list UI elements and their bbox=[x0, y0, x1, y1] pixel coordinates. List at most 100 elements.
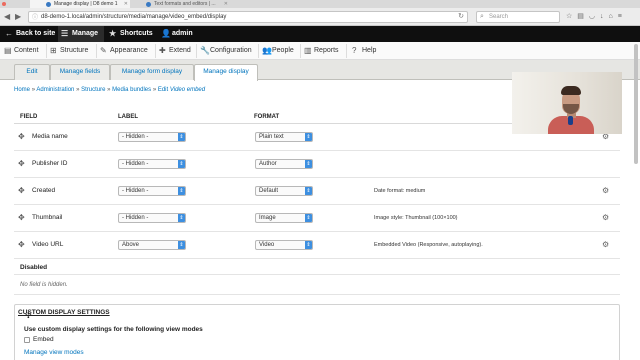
shortcuts-label: Shortcuts bbox=[120, 30, 153, 37]
address-bar-row: ◀ ▶ ⓘ d8-demo-1.local/admin/structure/me… bbox=[0, 8, 640, 26]
select-arrows-icon: ⇕ bbox=[305, 160, 312, 168]
tray-item-content[interactable]: ▤ Content bbox=[2, 42, 39, 60]
download-icon[interactable]: ↓ bbox=[600, 13, 609, 20]
divider bbox=[96, 44, 97, 58]
info-icon: ⓘ bbox=[32, 15, 39, 21]
presenter-webcam bbox=[512, 72, 622, 134]
reading-list-icon[interactable]: ▤ bbox=[577, 13, 589, 20]
document-icon: ▤ bbox=[4, 46, 12, 55]
select-arrows-icon: ⇕ bbox=[305, 214, 312, 222]
table-row: ✥ Thumbnail - Hidden - ⇕ Image ⇕ Image sty… bbox=[14, 205, 620, 232]
browser-tab-title: Text formats and editors | ... bbox=[154, 1, 216, 7]
browser-toolbar-icons: ☆▤◡↓⌂≡ bbox=[566, 12, 627, 20]
label-select[interactable]: - Hidden - ⇕ bbox=[118, 213, 186, 223]
mouse-cursor-icon: ✣ bbox=[25, 311, 32, 320]
search-input[interactable]: ⌕ Search bbox=[476, 11, 560, 23]
browser-tab-active[interactable]: Manage display | D8 demo 1 ✕ bbox=[30, 0, 130, 8]
format-select[interactable]: Video ⇕ bbox=[255, 240, 313, 250]
label-select-value: - Hidden - bbox=[122, 134, 149, 140]
drag-handle-icon[interactable]: ✥ bbox=[18, 187, 25, 195]
field-display-table: FIELD LABEL FORMAT ✥ Media name - Hidden… bbox=[14, 110, 620, 295]
format-select[interactable]: Image ⇕ bbox=[255, 213, 313, 223]
embed-checkbox[interactable] bbox=[24, 337, 30, 343]
presenter-hair bbox=[561, 86, 581, 95]
header-field: FIELD bbox=[20, 114, 38, 120]
back-to-site-link[interactable]: ← Back to site bbox=[2, 26, 55, 42]
table-row: ✥ Created - Hidden - ⇕ Default ⇕ Date form… bbox=[14, 178, 620, 205]
user-toolbar-item[interactable]: 👤 admin bbox=[158, 26, 193, 42]
paintbrush-icon: ✎ bbox=[100, 46, 107, 55]
breadcrumb-current-name: Video embed bbox=[169, 87, 206, 93]
tray-item-configuration[interactable]: 🔧 Configuration bbox=[198, 42, 252, 60]
close-tab-icon[interactable]: ✕ bbox=[124, 0, 128, 8]
drag-handle-icon[interactable]: ✥ bbox=[18, 241, 25, 249]
close-window-dot[interactable] bbox=[2, 2, 6, 6]
drag-handle-icon[interactable]: ✥ bbox=[18, 214, 25, 222]
people-icon: 👥 bbox=[262, 46, 272, 55]
drag-handle-icon[interactable]: ✥ bbox=[18, 160, 25, 168]
label-select[interactable]: - Hidden - ⇕ bbox=[118, 159, 186, 169]
format-summary: Image style: Thumbnail (100×100) bbox=[374, 215, 458, 221]
divider bbox=[155, 44, 156, 58]
table-row: ✥ Publisher ID - Hidden - ⇕ Author ⇕ bbox=[14, 151, 620, 178]
field-name: Created bbox=[32, 187, 56, 194]
pocket-icon[interactable]: ◡ bbox=[589, 13, 600, 20]
browser-tab-title: Manage display | D8 demo 1 bbox=[54, 1, 118, 7]
url-field[interactable]: ⓘ d8-demo-1.local/admin/structure/media/… bbox=[28, 11, 468, 23]
home-icon[interactable]: ⌂ bbox=[609, 13, 618, 20]
manage-view-modes-link[interactable]: Manage view modes bbox=[24, 349, 84, 356]
back-to-site-label: Back to site bbox=[16, 30, 56, 37]
breadcrumb-structure[interactable]: Structure bbox=[81, 87, 105, 93]
format-select-value: Plain text bbox=[259, 134, 284, 140]
label-select-value: - Hidden - bbox=[122, 215, 149, 221]
tab-manage-display[interactable]: Manage display bbox=[194, 64, 258, 81]
tray-item-structure[interactable]: ⊞ Structure bbox=[48, 42, 88, 60]
hamburger-icon: ☰ bbox=[61, 29, 69, 38]
breadcrumb-current-prefix: Edit bbox=[157, 87, 169, 93]
gear-icon[interactable]: ⚙ bbox=[602, 213, 609, 222]
select-arrows-icon: ⇕ bbox=[305, 241, 312, 249]
menu-icon[interactable]: ≡ bbox=[618, 13, 627, 20]
manage-toolbar-item[interactable]: ☰ Manage bbox=[58, 26, 104, 42]
browser-tab[interactable]: Text formats and editors | ... ✕ bbox=[130, 0, 230, 8]
page-scrollbar[interactable] bbox=[634, 44, 638, 164]
tray-item-label: People bbox=[272, 47, 294, 54]
breadcrumb-current[interactable]: Edit Video embed bbox=[158, 87, 205, 93]
tab-manage-fields[interactable]: Manage fields bbox=[50, 64, 110, 80]
tray-item-help[interactable]: ? Help bbox=[350, 42, 376, 60]
tray-item-reports[interactable]: ▥ Reports bbox=[302, 42, 339, 60]
tray-item-label: Help bbox=[362, 47, 377, 54]
divider bbox=[258, 44, 259, 58]
label-select-value: - Hidden - bbox=[122, 161, 149, 167]
tray-item-appearance[interactable]: ✎ Appearance bbox=[98, 42, 148, 60]
tray-item-people[interactable]: 👥 People bbox=[260, 42, 294, 60]
tray-item-extend[interactable]: ✚ Extend bbox=[157, 42, 191, 60]
gear-icon[interactable]: ⚙ bbox=[602, 186, 609, 195]
shortcuts-toolbar-item[interactable]: ★ Shortcuts bbox=[106, 26, 153, 42]
format-select[interactable]: Default ⇕ bbox=[255, 186, 313, 196]
forward-arrow-icon[interactable]: ▶ bbox=[15, 12, 21, 22]
close-tab-icon[interactable]: ✕ bbox=[224, 0, 228, 8]
label-select[interactable]: Above ⇕ bbox=[118, 240, 186, 250]
label-select[interactable]: - Hidden - ⇕ bbox=[118, 186, 186, 196]
format-select-value: Author bbox=[259, 161, 277, 167]
admin-tray-menu: ▤ Content ⊞ Structure ✎ Appearance ✚ Ext… bbox=[0, 42, 640, 60]
breadcrumb-media-bundles[interactable]: Media bundles bbox=[112, 87, 151, 93]
header-format: FORMAT bbox=[254, 114, 280, 120]
label-select[interactable]: - Hidden - ⇕ bbox=[118, 132, 186, 142]
breadcrumb-administration[interactable]: Administration bbox=[36, 87, 74, 93]
select-arrows-icon: ⇕ bbox=[305, 133, 312, 141]
tab-edit[interactable]: Edit bbox=[14, 64, 50, 80]
format-select[interactable]: Plain text ⇕ bbox=[255, 132, 313, 142]
label-select-value: - Hidden - bbox=[122, 188, 149, 194]
breadcrumb-home[interactable]: Home bbox=[14, 87, 30, 93]
reload-icon[interactable]: ↻ bbox=[458, 12, 464, 22]
tray-item-label: Content bbox=[14, 47, 39, 54]
star-icon[interactable]: ☆ bbox=[566, 13, 577, 20]
tab-manage-form-display[interactable]: Manage form display bbox=[110, 64, 194, 80]
format-select[interactable]: Author ⇕ bbox=[255, 159, 313, 169]
embed-checkbox-label[interactable]: Embed bbox=[33, 336, 54, 343]
gear-icon[interactable]: ⚙ bbox=[602, 240, 609, 249]
back-arrow-icon[interactable]: ◀ bbox=[4, 12, 10, 22]
drag-handle-icon[interactable]: ✥ bbox=[18, 133, 25, 141]
